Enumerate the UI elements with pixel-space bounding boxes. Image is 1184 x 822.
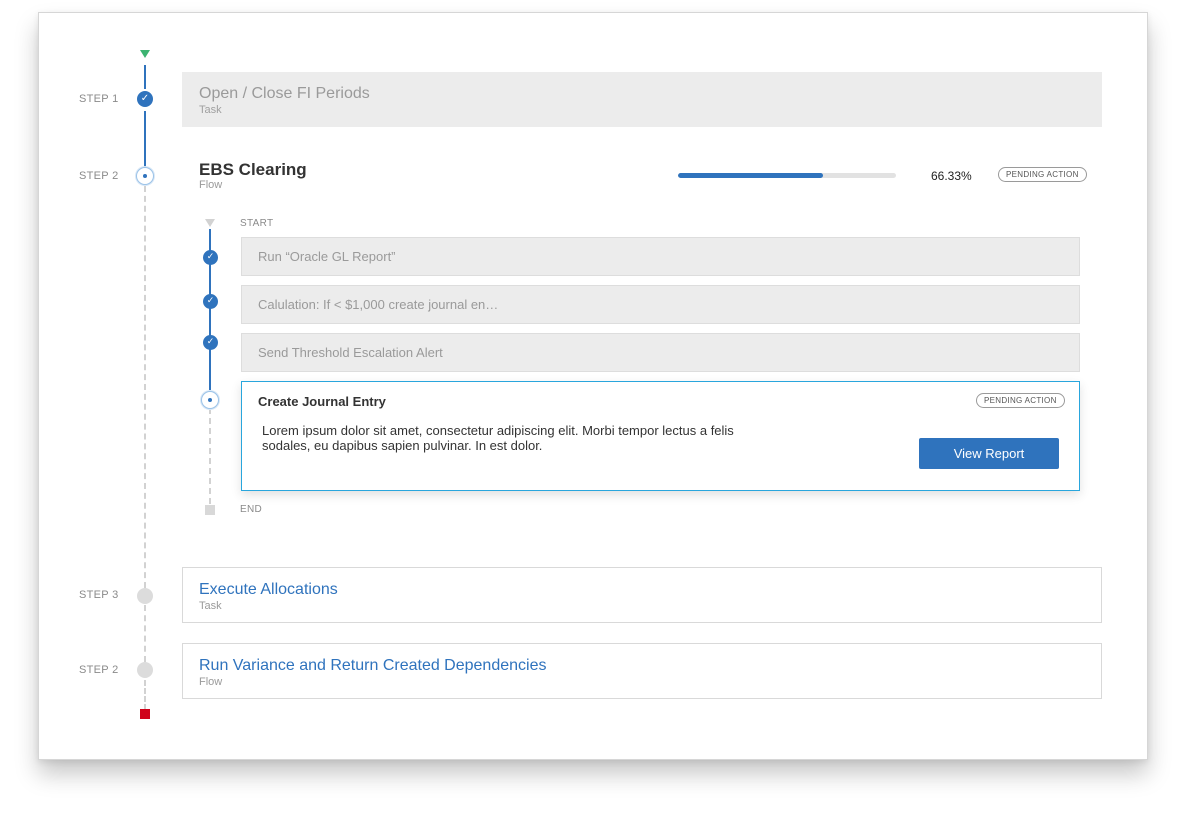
check-icon: ✓ bbox=[137, 91, 153, 107]
active-task-description: Lorem ipsum dolor sit amet, consectetur … bbox=[262, 423, 734, 453]
subflow-item-title: Calulation: If < $1,000 create journal e… bbox=[258, 297, 499, 312]
subflow-end-label: END bbox=[240, 504, 263, 515]
not-started-icon bbox=[137, 588, 153, 604]
check-icon: ✓ bbox=[203, 250, 218, 265]
in-progress-icon bbox=[201, 391, 219, 409]
in-progress-icon bbox=[136, 167, 154, 185]
step-type: Flow bbox=[199, 676, 223, 688]
step-label: STEP 2 bbox=[79, 170, 119, 182]
subflow-line-pending bbox=[209, 408, 211, 504]
step-title: Execute Allocations bbox=[199, 581, 338, 598]
subflow-item-title: Run “Oracle GL Report” bbox=[258, 249, 396, 264]
status-badge: PENDING ACTION bbox=[998, 167, 1087, 182]
view-report-button[interactable]: View Report bbox=[919, 438, 1059, 469]
step-title: Open / Close FI Periods bbox=[199, 85, 370, 102]
flow-title[interactable]: EBS Clearing bbox=[199, 160, 307, 180]
flow-type: Flow bbox=[199, 179, 223, 191]
end-marker-icon bbox=[140, 709, 150, 719]
status-badge: PENDING ACTION bbox=[976, 393, 1065, 408]
subflow-item[interactable]: Send Threshold Escalation Alert bbox=[241, 333, 1080, 372]
flow-progress-percent: 66.33% bbox=[931, 169, 972, 183]
flow-progress-bar bbox=[678, 173, 896, 178]
timeline-line-complete bbox=[144, 65, 146, 89]
timeline-line-pending bbox=[144, 680, 146, 710]
step-type: Task bbox=[199, 600, 222, 612]
subflow-item[interactable]: Calulation: If < $1,000 create journal e… bbox=[241, 285, 1080, 324]
check-icon: ✓ bbox=[203, 335, 218, 350]
step-type: Task bbox=[199, 104, 222, 116]
check-icon: ✓ bbox=[203, 294, 218, 309]
step-card-open-close-fi-periods[interactable]: Open / Close FI Periods Task bbox=[182, 72, 1102, 127]
step-label: STEP 2 bbox=[79, 664, 119, 676]
timeline-line-complete bbox=[144, 111, 146, 168]
not-started-icon bbox=[137, 662, 153, 678]
flow-progress-fill bbox=[678, 173, 823, 178]
subflow-start-label: START bbox=[240, 218, 274, 229]
step-label: STEP 3 bbox=[79, 589, 119, 601]
subflow-item[interactable]: Run “Oracle GL Report” bbox=[241, 237, 1080, 276]
timeline-line-pending bbox=[144, 605, 146, 662]
start-marker-icon bbox=[140, 50, 150, 58]
subflow-item-title: Send Threshold Escalation Alert bbox=[258, 345, 443, 360]
step-card-execute-allocations[interactable]: Execute Allocations Task bbox=[182, 567, 1102, 623]
step-title: Run Variance and Return Created Dependen… bbox=[199, 657, 547, 674]
active-task-card[interactable]: Create Journal Entry PENDING ACTION Lore… bbox=[241, 381, 1080, 491]
step-card-run-variance[interactable]: Run Variance and Return Created Dependen… bbox=[182, 643, 1102, 699]
active-task-title: Create Journal Entry bbox=[258, 394, 386, 409]
workflow-panel: STEP 1 ✓ Open / Close FI Periods Task ST… bbox=[38, 12, 1148, 760]
timeline-line-pending bbox=[144, 186, 146, 588]
subflow-start-icon bbox=[205, 219, 215, 227]
subflow-end-icon bbox=[205, 505, 215, 515]
step-label: STEP 1 bbox=[79, 93, 119, 105]
